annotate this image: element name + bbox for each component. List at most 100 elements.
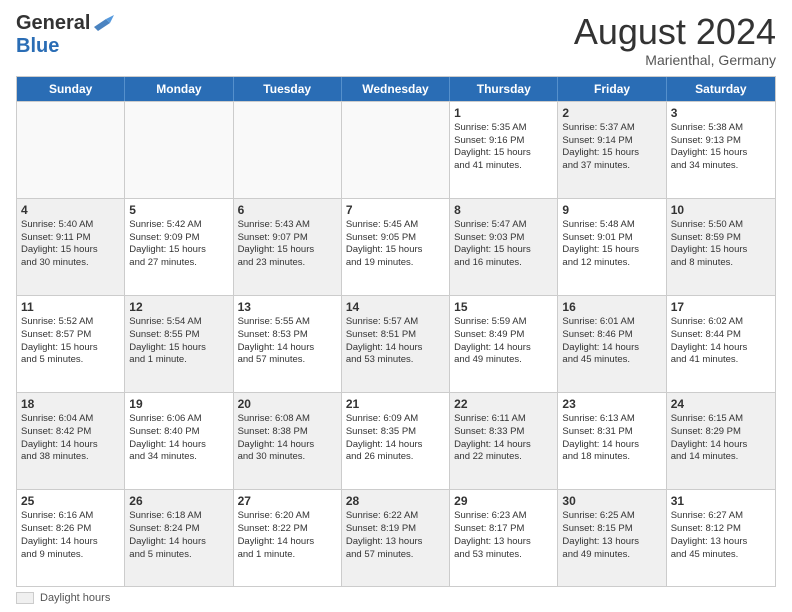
day-info: and 57 minutes. <box>238 354 337 367</box>
day-info: and 5 minutes. <box>21 354 120 367</box>
day-info: Sunrise: 6:04 AM <box>21 413 120 426</box>
day-info: and 26 minutes. <box>346 451 445 464</box>
day-info: Sunset: 9:01 PM <box>562 232 661 245</box>
calendar-cell: 3Sunrise: 5:38 AMSunset: 9:13 PMDaylight… <box>667 102 775 198</box>
day-info: Sunrise: 5:57 AM <box>346 316 445 329</box>
legend-label: Daylight hours <box>40 592 110 604</box>
calendar-row: 11Sunrise: 5:52 AMSunset: 8:57 PMDayligh… <box>17 295 775 392</box>
calendar-body: 1Sunrise: 5:35 AMSunset: 9:16 PMDaylight… <box>17 101 775 586</box>
day-info: Sunrise: 5:37 AM <box>562 122 661 135</box>
day-info: Sunset: 9:11 PM <box>21 232 120 245</box>
day-info: Sunrise: 6:23 AM <box>454 510 553 523</box>
day-number: 20 <box>238 396 337 412</box>
day-info: Sunrise: 6:25 AM <box>562 510 661 523</box>
calendar-cell: 8Sunrise: 5:47 AMSunset: 9:03 PMDaylight… <box>450 199 558 295</box>
day-info: Sunrise: 5:52 AM <box>21 316 120 329</box>
day-info: Daylight: 15 hours <box>21 342 120 355</box>
calendar-cell: 31Sunrise: 6:27 AMSunset: 8:12 PMDayligh… <box>667 490 775 586</box>
day-info: Sunset: 8:12 PM <box>671 523 771 536</box>
day-info: Sunset: 9:07 PM <box>238 232 337 245</box>
weekday-header: Thursday <box>450 77 558 101</box>
calendar-cell: 7Sunrise: 5:45 AMSunset: 9:05 PMDaylight… <box>342 199 450 295</box>
day-number: 27 <box>238 493 337 509</box>
day-info: Sunrise: 5:50 AM <box>671 219 771 232</box>
day-info: and 9 minutes. <box>21 549 120 562</box>
logo-blue-text: Blue <box>16 35 59 57</box>
weekday-header: Wednesday <box>342 77 450 101</box>
day-info: Sunrise: 5:35 AM <box>454 122 553 135</box>
calendar-cell: 12Sunrise: 5:54 AMSunset: 8:55 PMDayligh… <box>125 296 233 392</box>
logo-icon <box>92 13 114 35</box>
day-number: 3 <box>671 105 771 121</box>
calendar-cell: 18Sunrise: 6:04 AMSunset: 8:42 PMDayligh… <box>17 393 125 489</box>
calendar-cell: 16Sunrise: 6:01 AMSunset: 8:46 PMDayligh… <box>558 296 666 392</box>
day-number: 23 <box>562 396 661 412</box>
day-info: Sunrise: 6:20 AM <box>238 510 337 523</box>
calendar-row: 18Sunrise: 6:04 AMSunset: 8:42 PMDayligh… <box>17 392 775 489</box>
day-info: Daylight: 13 hours <box>562 536 661 549</box>
calendar-cell: 25Sunrise: 6:16 AMSunset: 8:26 PMDayligh… <box>17 490 125 586</box>
day-info: Daylight: 14 hours <box>21 439 120 452</box>
day-info: Sunset: 8:31 PM <box>562 426 661 439</box>
day-info: and 30 minutes. <box>238 451 337 464</box>
day-number: 16 <box>562 299 661 315</box>
day-info: Sunrise: 6:09 AM <box>346 413 445 426</box>
day-info: and 34 minutes. <box>129 451 228 464</box>
day-info: Daylight: 15 hours <box>562 244 661 257</box>
day-info: Daylight: 14 hours <box>129 536 228 549</box>
day-info: Sunrise: 6:16 AM <box>21 510 120 523</box>
calendar-row: 4Sunrise: 5:40 AMSunset: 9:11 PMDaylight… <box>17 198 775 295</box>
calendar-cell: 11Sunrise: 5:52 AMSunset: 8:57 PMDayligh… <box>17 296 125 392</box>
day-info: Daylight: 14 hours <box>454 342 553 355</box>
day-info: Sunrise: 6:27 AM <box>671 510 771 523</box>
day-info: Daylight: 15 hours <box>454 244 553 257</box>
day-info: and 37 minutes. <box>562 160 661 173</box>
footer: Daylight hours <box>16 592 776 604</box>
title-block: August 2024 Marienthal, Germany <box>574 12 776 68</box>
day-number: 2 <box>562 105 661 121</box>
day-info: and 18 minutes. <box>562 451 661 464</box>
calendar-row: 25Sunrise: 6:16 AMSunset: 8:26 PMDayligh… <box>17 489 775 586</box>
calendar-cell: 26Sunrise: 6:18 AMSunset: 8:24 PMDayligh… <box>125 490 233 586</box>
day-number: 29 <box>454 493 553 509</box>
day-info: Sunrise: 6:13 AM <box>562 413 661 426</box>
day-info: Daylight: 15 hours <box>129 244 228 257</box>
day-number: 5 <box>129 202 228 218</box>
day-info: Sunset: 9:14 PM <box>562 135 661 148</box>
weekday-header: Monday <box>125 77 233 101</box>
day-info: Sunset: 8:35 PM <box>346 426 445 439</box>
day-info: Daylight: 13 hours <box>671 536 771 549</box>
day-info: Daylight: 15 hours <box>562 147 661 160</box>
day-info: and 34 minutes. <box>671 160 771 173</box>
day-info: Daylight: 14 hours <box>129 439 228 452</box>
day-info: Daylight: 15 hours <box>454 147 553 160</box>
day-info: Daylight: 14 hours <box>346 342 445 355</box>
day-info: Sunrise: 5:59 AM <box>454 316 553 329</box>
day-info: Sunset: 8:53 PM <box>238 329 337 342</box>
day-info: Sunset: 8:42 PM <box>21 426 120 439</box>
day-info: and 8 minutes. <box>671 257 771 270</box>
day-number: 14 <box>346 299 445 315</box>
day-info: Sunset: 8:29 PM <box>671 426 771 439</box>
day-number: 6 <box>238 202 337 218</box>
calendar-cell: 19Sunrise: 6:06 AMSunset: 8:40 PMDayligh… <box>125 393 233 489</box>
day-info: Daylight: 14 hours <box>346 439 445 452</box>
day-info: Daylight: 14 hours <box>238 439 337 452</box>
day-number: 12 <box>129 299 228 315</box>
day-info: Daylight: 14 hours <box>238 342 337 355</box>
calendar-cell: 30Sunrise: 6:25 AMSunset: 8:15 PMDayligh… <box>558 490 666 586</box>
day-info: and 38 minutes. <box>21 451 120 464</box>
page: General Blue August 2024 Marienthal, Ger… <box>0 0 792 612</box>
calendar-cell: 6Sunrise: 5:43 AMSunset: 9:07 PMDaylight… <box>234 199 342 295</box>
day-info: Daylight: 14 hours <box>21 536 120 549</box>
day-info: and 41 minutes. <box>671 354 771 367</box>
day-info: Daylight: 15 hours <box>671 147 771 160</box>
day-info: Sunrise: 5:48 AM <box>562 219 661 232</box>
day-info: Sunset: 8:55 PM <box>129 329 228 342</box>
day-info: and 14 minutes. <box>671 451 771 464</box>
day-info: Sunrise: 5:55 AM <box>238 316 337 329</box>
day-info: Sunset: 8:17 PM <box>454 523 553 536</box>
calendar-cell: 9Sunrise: 5:48 AMSunset: 9:01 PMDaylight… <box>558 199 666 295</box>
day-info: Sunset: 8:26 PM <box>21 523 120 536</box>
weekday-header: Saturday <box>667 77 775 101</box>
